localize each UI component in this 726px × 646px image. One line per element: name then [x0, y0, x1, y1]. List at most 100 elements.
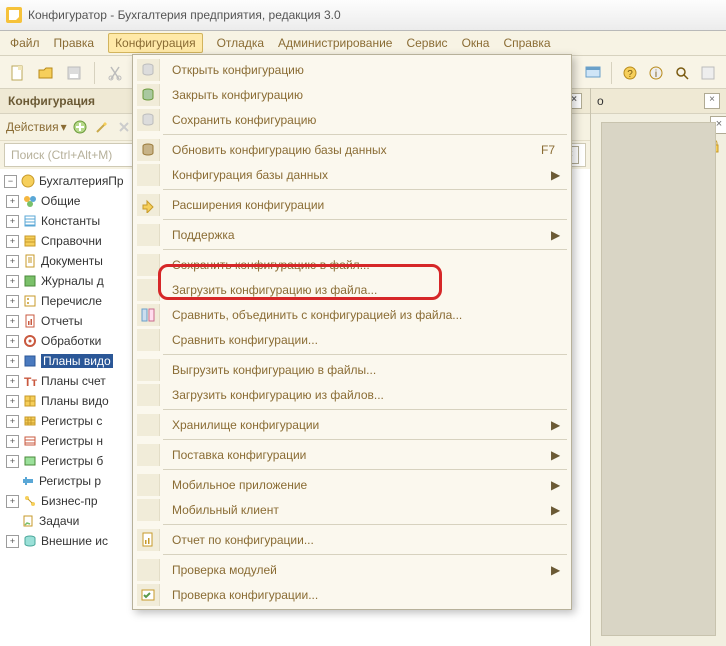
- config-panel-title: Конфигурация: [8, 94, 95, 108]
- menu-windows[interactable]: Окна: [462, 36, 490, 50]
- bizproc-icon: [22, 493, 38, 509]
- add-button[interactable]: [71, 118, 89, 136]
- menu-compare-configs[interactable]: Сравнить конфигурации...: [133, 327, 571, 352]
- menu-report[interactable]: Отчет по конфигурации...: [133, 527, 571, 552]
- window-titlebar: Конфигуратор - Бухгалтерия предприятия, …: [0, 0, 726, 31]
- expander-icon[interactable]: +: [6, 195, 19, 208]
- menu-separator: [163, 524, 567, 525]
- accountplans-icon: Тт: [22, 373, 38, 389]
- calctype-icon: [22, 393, 38, 409]
- documents-icon: [22, 253, 38, 269]
- menu-separator: [163, 354, 567, 355]
- expander-icon[interactable]: +: [6, 455, 19, 468]
- submenu-arrow-icon: ▶: [551, 418, 561, 432]
- submenu-arrow-icon: ▶: [551, 478, 561, 492]
- menu-separator: [163, 469, 567, 470]
- wand-button[interactable]: [93, 118, 111, 136]
- menu-edit[interactable]: Правка: [54, 36, 95, 50]
- tree-root-label: БухгалтерияПр: [39, 174, 124, 188]
- menu-save-config[interactable]: Сохранить конфигурацию: [133, 107, 571, 132]
- menu-bar: Файл Правка Конфигурация Отладка Админис…: [0, 31, 726, 56]
- external-icon: [22, 533, 38, 549]
- processings-icon: [22, 333, 38, 349]
- menu-check-modules[interactable]: Проверка модулей ▶: [133, 557, 571, 582]
- submenu-arrow-icon: ▶: [551, 563, 561, 577]
- expander-icon[interactable]: +: [6, 535, 19, 548]
- svg-text:i: i: [655, 69, 657, 80]
- expander-icon[interactable]: +: [6, 275, 19, 288]
- submenu-arrow-icon: ▶: [551, 503, 561, 517]
- accumreg-icon: [22, 433, 38, 449]
- search-placeholder: Поиск (Ctrl+Alt+M): [11, 148, 112, 162]
- menu-admin[interactable]: Администрирование: [278, 36, 392, 50]
- save-config-icon: [137, 109, 160, 131]
- menu-import-files[interactable]: Загрузить конфигурацию из файлов...: [133, 382, 571, 407]
- menu-file[interactable]: Файл: [10, 36, 40, 50]
- open-button[interactable]: [34, 61, 58, 85]
- menu-load-from-file[interactable]: Загрузить конфигурацию из файла...: [133, 277, 571, 302]
- expander-icon[interactable]: +: [6, 415, 19, 428]
- toolbar-separator: [611, 62, 612, 84]
- configuration-dropdown: Открыть конфигурацию Закрыть конфигураци…: [132, 54, 572, 610]
- menu-update-db[interactable]: Обновить конфигурацию базы данных F7: [133, 137, 571, 162]
- save-button[interactable]: [62, 61, 86, 85]
- config-root-icon: [20, 173, 36, 189]
- menu-separator: [163, 439, 567, 440]
- expander-icon[interactable]: +: [6, 395, 19, 408]
- expander-icon[interactable]: +: [6, 315, 19, 328]
- app-icon: [6, 7, 22, 23]
- editor-tabbar: о ×: [591, 88, 726, 114]
- expander-icon[interactable]: +: [6, 335, 19, 348]
- help-tool-button[interactable]: ?: [618, 61, 642, 85]
- expander-icon[interactable]: +: [6, 255, 19, 268]
- expander-icon[interactable]: +: [6, 375, 19, 388]
- menu-close-config[interactable]: Закрыть конфигурацию: [133, 82, 571, 107]
- tasks-icon: [20, 513, 36, 529]
- editor-tab-label[interactable]: о: [597, 94, 604, 108]
- menu-repository[interactable]: Хранилище конфигурации ▶: [133, 412, 571, 437]
- expander-icon[interactable]: +: [6, 355, 19, 368]
- editor-tab-close[interactable]: ×: [704, 93, 720, 109]
- menu-separator: [163, 189, 567, 190]
- common-icon: [22, 193, 38, 209]
- new-button[interactable]: [6, 61, 30, 85]
- menu-configuration[interactable]: Конфигурация: [108, 33, 203, 53]
- menu-save-to-file[interactable]: Сохранить конфигурацию в файл...: [133, 252, 571, 277]
- submenu-arrow-icon: ▶: [551, 228, 561, 242]
- expander-icon[interactable]: +: [6, 235, 19, 248]
- menu-debug[interactable]: Отладка: [217, 36, 264, 50]
- expander-icon[interactable]: +: [6, 435, 19, 448]
- menu-help[interactable]: Справка: [503, 36, 550, 50]
- compare-merge-icon: [137, 304, 160, 326]
- catalogs-icon: [22, 233, 38, 249]
- calcreg-icon: [20, 473, 36, 489]
- menu-extensions[interactable]: Расширения конфигурации: [133, 192, 571, 217]
- cut-button[interactable]: [103, 61, 127, 85]
- menu-service[interactable]: Сервис: [406, 36, 447, 50]
- menu-export-files[interactable]: Выгрузить конфигурацию в файлы...: [133, 357, 571, 382]
- expander-icon[interactable]: +: [6, 215, 19, 228]
- menu-compare-merge-file[interactable]: Сравнить, объединить с конфигурацией из …: [133, 302, 571, 327]
- search-button[interactable]: [670, 61, 694, 85]
- open-config-icon: [137, 59, 160, 81]
- update-db-icon: [137, 139, 160, 161]
- menu-db-config[interactable]: Конфигурация базы данных ▶: [133, 162, 571, 187]
- expander-icon[interactable]: +: [6, 295, 19, 308]
- about-button[interactable]: i: [644, 61, 668, 85]
- window-list-button[interactable]: [581, 61, 605, 85]
- menu-separator: [163, 249, 567, 250]
- submenu-arrow-icon: ▶: [551, 168, 561, 182]
- menu-delivery[interactable]: Поставка конфигурации ▶: [133, 442, 571, 467]
- menu-support[interactable]: Поддержка ▶: [133, 222, 571, 247]
- delete-button[interactable]: [115, 118, 133, 136]
- charttype-icon: [22, 353, 38, 369]
- menu-open-config[interactable]: Открыть конфигурацию: [133, 57, 571, 82]
- browser-button[interactable]: [696, 61, 720, 85]
- expander-icon[interactable]: +: [6, 495, 19, 508]
- actions-menu[interactable]: Действия▾: [6, 120, 67, 134]
- menu-mobile-client[interactable]: Мобильный клиент ▶: [133, 497, 571, 522]
- submenu-arrow-icon: ▶: [551, 448, 561, 462]
- menu-mobile-app[interactable]: Мобильное приложение ▶: [133, 472, 571, 497]
- expander-icon[interactable]: −: [4, 175, 17, 188]
- menu-check-config[interactable]: Проверка конфигурации...: [133, 582, 571, 607]
